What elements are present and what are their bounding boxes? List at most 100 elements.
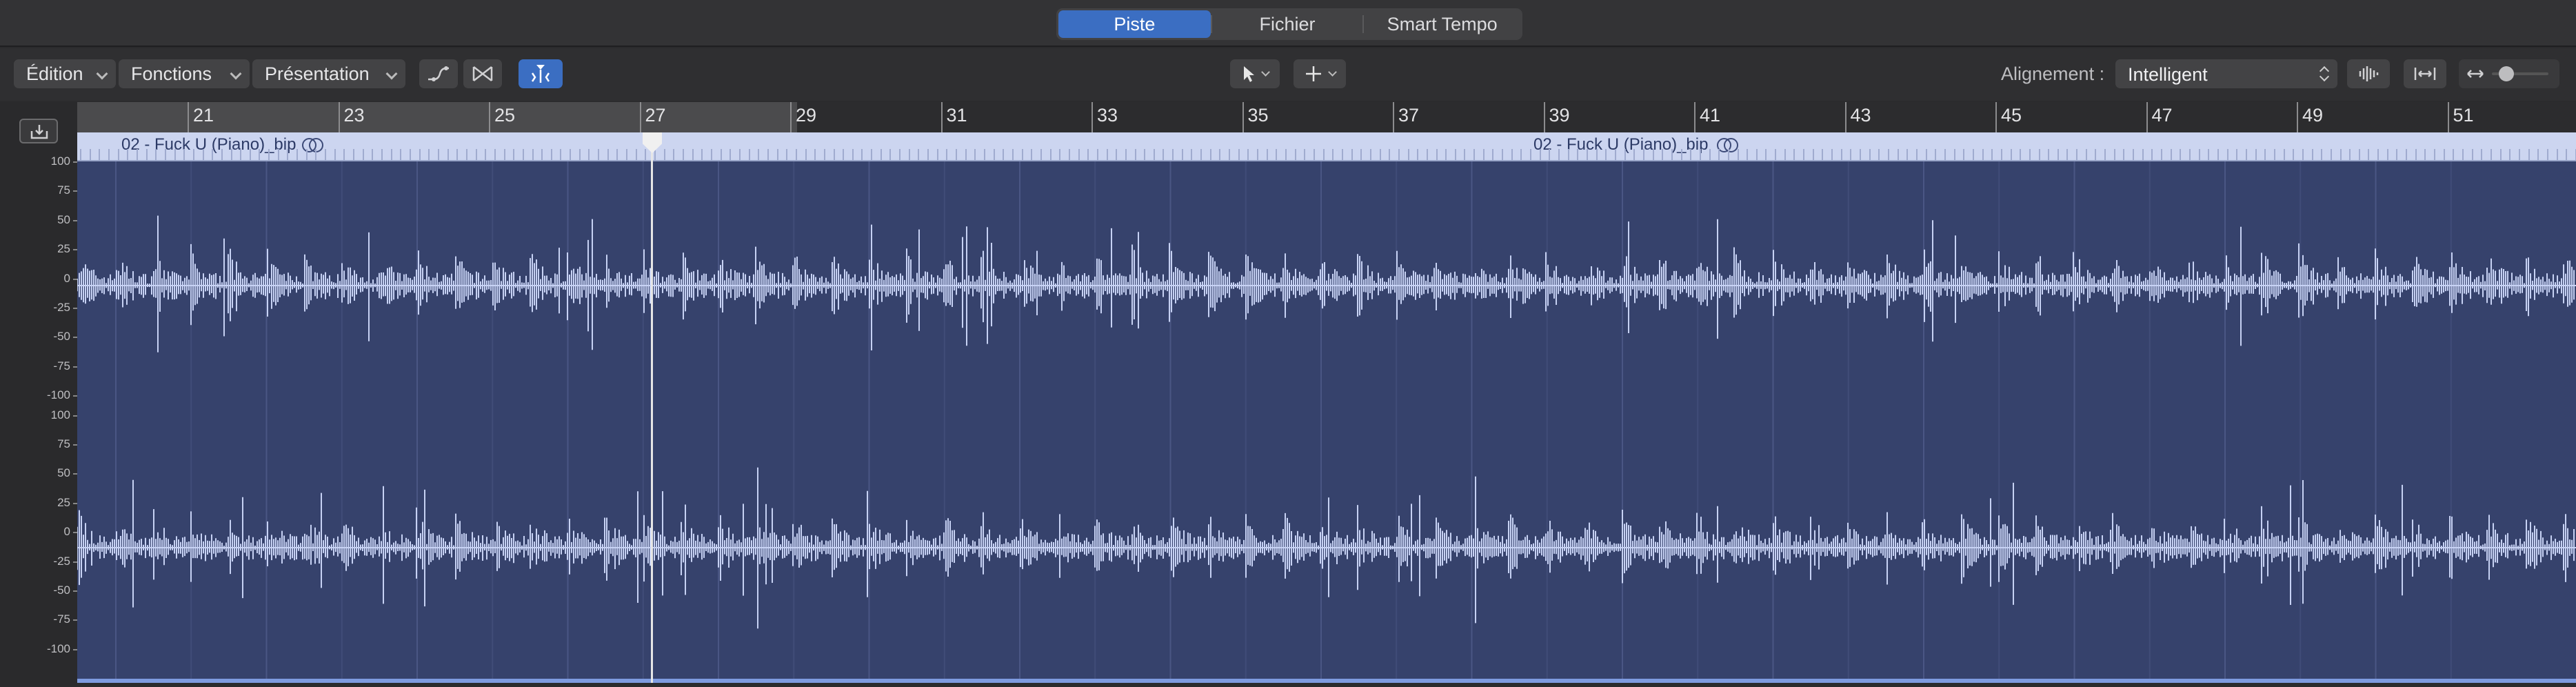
alignment-select[interactable]: Intelligent — [2115, 59, 2337, 88]
beat-tick — [1360, 149, 1362, 160]
beat-tick — [1031, 149, 1033, 160]
amplitude-label: 75 — [57, 183, 70, 197]
beat-tick — [1775, 149, 1777, 160]
beat-tick — [1369, 149, 1371, 160]
beat-tick — [1379, 149, 1381, 160]
editor-toolbar: Édition Fonctions Présentation Alignemen… — [0, 48, 2576, 101]
beat-tick — [1068, 149, 1070, 160]
beat-tick — [2038, 149, 2040, 160]
chevron-down-icon — [385, 68, 398, 80]
bar-number: 37 — [1398, 105, 1420, 126]
curve-tool-button[interactable] — [419, 59, 458, 88]
waveform-zoom-button[interactable] — [2347, 59, 2390, 88]
beat-tick — [2368, 149, 2370, 160]
waveform-channel — [77, 215, 2575, 352]
tab-piste[interactable]: Piste — [1058, 10, 1211, 38]
chevron-down-icon — [1327, 68, 1337, 77]
beat-tick — [1304, 149, 1306, 160]
beat-tick — [437, 149, 439, 160]
beat-tick — [1624, 149, 1626, 160]
beat-tick — [663, 149, 665, 160]
beat-tick — [2142, 149, 2144, 160]
flex-marker-button[interactable] — [519, 59, 563, 88]
beat-tick — [570, 149, 572, 160]
loop-icon — [302, 138, 323, 152]
view-menu[interactable]: Présentation — [252, 59, 405, 88]
beat-tick — [108, 149, 110, 160]
beat-tick — [1502, 149, 1504, 160]
region-header[interactable]: 02 - Fuck U (Piano)_bip 02 - Fuck U (Pia… — [77, 132, 2576, 161]
beat-tick — [1172, 149, 1174, 160]
beat-tick — [1144, 149, 1146, 160]
marquee-tool-menu[interactable] — [1294, 59, 1346, 88]
beat-tick — [249, 149, 251, 160]
beat-tick — [2085, 149, 2087, 160]
curve-tool-icon — [428, 66, 449, 81]
beat-tick — [1313, 149, 1315, 160]
tab-smart-tempo[interactable]: Smart Tempo — [1364, 10, 1520, 38]
beat-tick — [372, 149, 374, 160]
bar-number: 45 — [2001, 105, 2022, 126]
beat-tick — [1181, 149, 1183, 160]
beat-tick — [2462, 149, 2464, 160]
fit-width-button[interactable] — [2404, 59, 2446, 88]
beat-tick — [2226, 149, 2228, 160]
bar-number: 33 — [1097, 105, 1118, 126]
bar-tick — [2146, 102, 2148, 132]
beat-tick — [1059, 149, 1061, 160]
horizontal-zoom-slider[interactable] — [2459, 59, 2559, 88]
beat-tick — [221, 149, 223, 160]
edit-menu[interactable]: Édition — [14, 59, 116, 88]
beat-tick — [127, 149, 129, 160]
amplitude-label: 25 — [57, 495, 70, 509]
marquee-tool-icon — [1305, 66, 1321, 81]
beat-tick — [1238, 149, 1240, 160]
pointer-tool-menu[interactable] — [1230, 59, 1280, 88]
top-tab-bar: Piste Fichier Smart Tempo — [0, 0, 2576, 47]
beat-tick — [1285, 149, 1287, 160]
beat-tick — [2566, 149, 2568, 160]
flex-tool-button[interactable] — [463, 59, 502, 88]
bar-tick — [940, 102, 943, 132]
beat-tick — [2424, 149, 2426, 160]
bar-number: 49 — [2302, 105, 2324, 126]
gutter-button[interactable] — [19, 119, 58, 143]
beat-tick — [2057, 149, 2059, 160]
beat-tick — [1407, 149, 1409, 160]
bar-tick — [1091, 102, 1093, 132]
beat-tick — [2264, 149, 2266, 160]
beat-tick — [1200, 149, 1203, 160]
beat-tick — [1897, 149, 1899, 160]
beat-tick — [2518, 149, 2520, 160]
timeline-ruler[interactable]: 21 23 25 27 29 31 33 35 37 39 41 43 45 47 49 51 — [77, 102, 2576, 132]
beat-tick — [2104, 149, 2106, 160]
beat-tick — [1530, 149, 1532, 160]
beat-tick — [2283, 149, 2285, 160]
waveform-zoom-icon — [2359, 66, 2379, 81]
beat-tick — [1747, 149, 1749, 160]
beat-tick — [1793, 149, 1795, 160]
beat-tick — [993, 149, 995, 160]
amplitude-label: -75 — [53, 613, 70, 626]
beat-tick — [2029, 149, 2031, 160]
beat-tick — [2321, 149, 2323, 160]
beat-tick — [2273, 149, 2275, 160]
beat-tick — [400, 149, 402, 160]
functions-menu[interactable]: Fonctions — [119, 59, 250, 88]
beat-tick — [984, 149, 985, 160]
tab-fichier[interactable]: Fichier — [1212, 10, 1363, 38]
beat-tick — [1587, 149, 1588, 160]
beat-tick — [1087, 149, 1089, 160]
beat-tick — [315, 149, 317, 160]
beat-tick — [428, 149, 430, 160]
beat-tick — [1445, 149, 1447, 160]
beat-tick — [1040, 149, 1042, 160]
beat-tick — [1935, 149, 1937, 160]
download-tray-icon — [30, 125, 48, 139]
beat-tick — [2339, 149, 2342, 160]
playhead[interactable] — [651, 132, 653, 683]
beat-tick — [1925, 149, 1927, 160]
beat-tick — [2471, 149, 2473, 160]
audio-region[interactable]: 02 - Fuck U (Piano)_bip 02 - Fuck U (Pia… — [77, 132, 2576, 683]
zoom-slider-knob[interactable] — [2499, 66, 2514, 81]
